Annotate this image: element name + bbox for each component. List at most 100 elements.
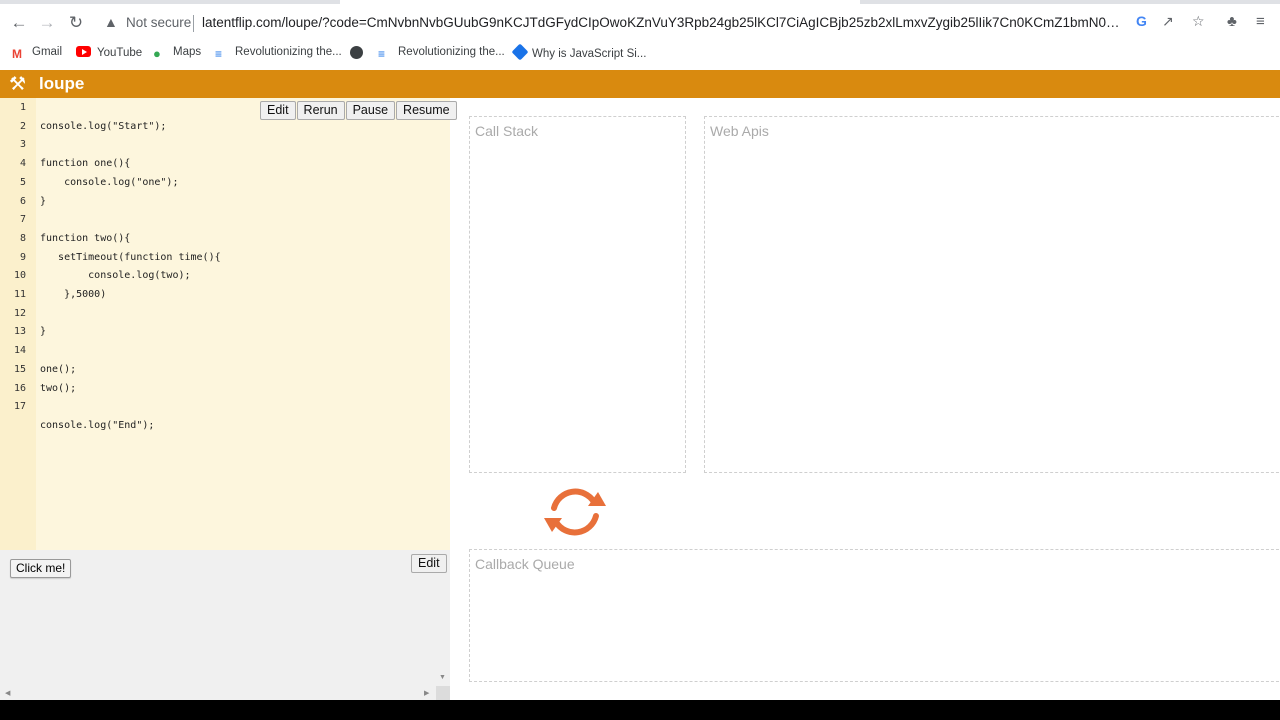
security-label[interactable]: Not secure [126, 15, 191, 30]
call-stack-panel: Call Stack [469, 116, 686, 473]
code-line[interactable]: 14 [0, 342, 450, 360]
code-line[interactable]: 12 [0, 305, 450, 323]
scroll-left-icon[interactable]: ◀ [5, 689, 10, 697]
forward-icon[interactable]: → [33, 9, 61, 37]
tab-strip [0, 0, 1280, 4]
editor-toolbar: Edit Rerun Pause Resume [260, 101, 458, 120]
line-text: setTimeout(function time(){ [40, 251, 221, 263]
line-number: 11 [13, 289, 26, 300]
line-number: 13 [13, 326, 26, 338]
bookmark-gmail[interactable]: M Gmail [12, 46, 62, 61]
code-line[interactable]: 4 function one(){ [0, 155, 450, 173]
app-title: loupe [39, 74, 85, 93]
google-icon[interactable]: G [1136, 13, 1147, 29]
rerun-button[interactable]: Rerun [296, 101, 345, 120]
code-line[interactable]: 16 two(); [0, 380, 450, 398]
event-loop-icon [544, 488, 606, 536]
code-line[interactable]: 11 },5000) [0, 286, 450, 304]
bookmark-revolutionizing-1[interactable]: ≡ Revolutionizing the... [215, 46, 342, 61]
web-apis-title: Web Apis [710, 123, 769, 139]
pause-button[interactable]: Pause [345, 101, 396, 120]
code-line[interactable]: 6} [0, 193, 450, 211]
code-line[interactable]: 7 [0, 211, 450, 229]
line-number: 1 [19, 102, 26, 113]
line-text: function one(){ [40, 158, 131, 170]
bookmark-why-javascript[interactable]: Why is JavaScript Si... [511, 43, 646, 61]
extensions-icon[interactable]: ♣ [1227, 13, 1237, 30]
share-icon[interactable]: ↗ [1162, 13, 1174, 30]
line-number: 4 [19, 158, 26, 170]
code-line[interactable]: 2 console.log("Start"); [0, 118, 450, 136]
call-stack-title: Call Stack [475, 123, 539, 139]
output-edit-button[interactable]: Edit [411, 554, 447, 573]
code-editor[interactable]: 1 2 console.log("Start"); 3 4 function one(){… [0, 98, 457, 550]
youtube-icon [76, 46, 91, 57]
bookmark-youtube[interactable]: YouTube [76, 46, 142, 59]
globe-icon [350, 46, 363, 59]
line-text: } [40, 195, 47, 207]
screen-bottom-edge [0, 700, 1280, 720]
line-number: 14 [13, 345, 26, 357]
line-number: 9 [19, 251, 26, 263]
back-icon[interactable]: ← [5, 9, 33, 37]
bookmark-maps[interactable]: ● Maps [153, 46, 201, 61]
scroll-right-icon[interactable]: ▶ [424, 689, 429, 697]
code-line[interactable]: 15 one(); [0, 361, 450, 379]
edit-button[interactable]: Edit [260, 101, 296, 120]
code-line[interactable]: 13} [0, 323, 450, 341]
warning-icon: ▲ [104, 14, 118, 30]
line-text: console.log("one"); [40, 176, 179, 188]
html-output-pane: Click me! Edit ◀ ▶ ▼ [0, 550, 450, 700]
line-text: },5000) [40, 289, 107, 300]
code-line[interactable]: 17 [0, 398, 450, 416]
menu-icon[interactable]: ≡ [1256, 13, 1265, 30]
line-number: 10 [13, 270, 26, 282]
click-me-button[interactable]: Click me! [10, 559, 72, 578]
code-line[interactable]: 8 function two(){ [0, 230, 450, 248]
horizontal-scrollbar[interactable]: ◀ ▶ [0, 686, 436, 700]
code-line[interactable]: 10 console.log(two); [0, 267, 450, 285]
line-number: 6 [19, 195, 26, 207]
url-text[interactable]: latentflip.com/loupe/?code=CmNvbnNvbGUub… [202, 15, 1127, 30]
code-line[interactable]: 3 [0, 136, 450, 154]
resume-button[interactable]: Resume [396, 101, 457, 120]
line-number: 17 [13, 401, 26, 413]
line-number: 7 [19, 214, 26, 226]
line-number: 15 [13, 363, 26, 375]
line-number: 3 [19, 139, 26, 151]
line-text: one(); [40, 363, 77, 375]
gmail-icon: M [12, 47, 22, 61]
browser-toolbar: ← → ↻ ▲ Not secure latentflip.com/loupe/… [0, 6, 1280, 40]
tools-icon: ⚒ [9, 74, 27, 95]
bookmark-globe[interactable] [350, 46, 369, 60]
reload-icon[interactable]: ↻ [62, 9, 90, 37]
code-line[interactable]: 5 console.log("one"); [0, 174, 450, 192]
line-number: 5 [19, 176, 26, 188]
line-text: console.log(two); [40, 270, 191, 282]
scrollbar-corner [436, 686, 450, 700]
browser-chrome: ← → ↻ ▲ Not secure latentflip.com/loupe/… [0, 0, 1280, 70]
scroll-down-icon[interactable]: ▼ [439, 674, 446, 681]
maps-icon: ● [153, 46, 161, 61]
bookmark-site-icon: ≡ [215, 47, 223, 61]
address-bar[interactable]: ▲ Not secure latentflip.com/loupe/?code=… [96, 7, 1216, 39]
app-header: ⚒ loupe [0, 70, 1280, 98]
line-text: two(); [40, 382, 77, 394]
bookmarks-bar: M Gmail YouTube ● Maps ≡ Revolutionizing th… [0, 43, 1280, 65]
line-text: console.log("Start"); [40, 120, 167, 132]
line-number: 8 [19, 232, 26, 244]
line-text: } [40, 326, 47, 338]
web-apis-panel: Web Apis [704, 116, 1280, 473]
callback-queue-panel: Callback Queue [469, 549, 1280, 682]
bookmark-revolutionizing-2[interactable]: ≡ Revolutionizing the... [378, 46, 505, 61]
line-text: function two(){ [40, 232, 131, 244]
star-icon[interactable]: ☆ [1192, 13, 1205, 30]
diamond-icon [511, 43, 529, 61]
code-line[interactable]: 9 setTimeout(function time(){ [0, 249, 450, 267]
line-number: 12 [13, 307, 26, 319]
bookmark-site-icon: ≡ [378, 47, 386, 61]
line-number: 16 [13, 382, 26, 394]
callback-queue-title: Callback Queue [475, 556, 575, 572]
code-line[interactable]: console.log("End"); [0, 417, 450, 435]
line-number: 2 [19, 120, 26, 132]
